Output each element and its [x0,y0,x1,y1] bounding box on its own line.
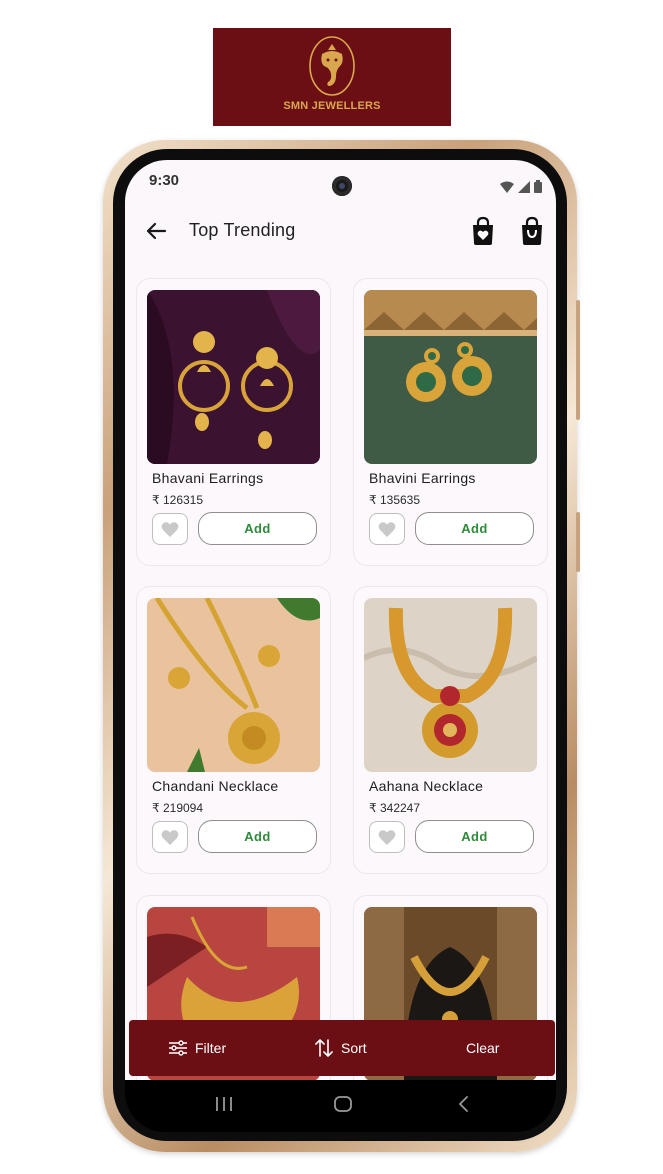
bottom-action-bar: Filter Sort Clear [129,1020,555,1076]
add-to-cart-button[interactable]: Add [198,820,317,853]
product-card[interactable]: Aahana Necklace ₹ 342247 Add [353,586,548,874]
product-image[interactable] [364,290,537,464]
clear-button[interactable]: Clear [466,1020,499,1076]
system-nav-bar [125,1080,556,1132]
recents-icon[interactable] [215,1094,233,1114]
product-price: ₹ 219094 [152,801,204,815]
favorite-button[interactable] [369,821,405,853]
clear-label: Clear [466,1040,500,1056]
shopping-bag-icon[interactable] [519,216,545,246]
front-camera [332,176,352,196]
heart-icon [161,830,179,845]
brand-banner: SMN JEWELLERS [213,28,451,126]
heart-icon [378,830,396,845]
side-button [576,300,580,420]
wifi-icon [500,181,514,193]
product-card[interactable]: Bhavani Earrings ₹ 126315 Add [136,278,331,566]
sort-label: Sort [341,1040,367,1056]
add-to-cart-button[interactable]: Add [415,820,534,853]
filter-label: Filter [195,1040,227,1056]
product-name: Bhavani Earrings [152,470,264,486]
brand-name: SMN JEWELLERS [283,100,381,112]
favorite-button[interactable] [152,821,188,853]
product-card[interactable]: Chandani Necklace ₹ 219094 Add [136,586,331,874]
heart-icon [161,522,179,537]
side-button [576,512,580,572]
status-icons [500,180,542,193]
product-image[interactable] [147,598,320,772]
app-bar: Top Trending [125,204,556,260]
sliders-icon [169,1040,187,1056]
status-time: 9:30 [149,172,180,189]
product-name: Aahana Necklace [369,778,484,794]
ganesha-logo-icon [309,36,355,96]
add-to-cart-button[interactable]: Add [198,512,317,545]
product-name: Chandani Necklace [152,778,279,794]
favorite-button[interactable] [369,513,405,545]
signal-icon [518,180,530,193]
status-bar: 9:30 [125,160,556,204]
product-image[interactable] [147,290,320,464]
product-image[interactable] [364,598,537,772]
add-to-cart-button[interactable]: Add [415,512,534,545]
product-card[interactable]: Bhavini Earrings ₹ 135635 Add [353,278,548,566]
app-screen: 9:30 Top Trending Bhavani Earrings ₹ 126… [125,160,556,1083]
arrow-left-icon[interactable] [143,218,169,244]
product-price: ₹ 126315 [152,493,204,507]
battery-icon [534,180,542,193]
home-icon[interactable] [334,1094,352,1114]
sort-arrows-icon [315,1039,333,1057]
page-title: Top Trending [189,220,296,240]
product-price: ₹ 135635 [369,493,421,507]
filter-button[interactable]: Filter [169,1020,226,1076]
favorite-button[interactable] [152,513,188,545]
heart-icon [378,522,396,537]
product-price: ₹ 342247 [369,801,421,815]
sort-button[interactable]: Sort [315,1020,367,1076]
product-name: Bhavini Earrings [369,470,476,486]
bag-heart-icon[interactable] [470,216,496,246]
back-icon[interactable] [457,1094,471,1114]
